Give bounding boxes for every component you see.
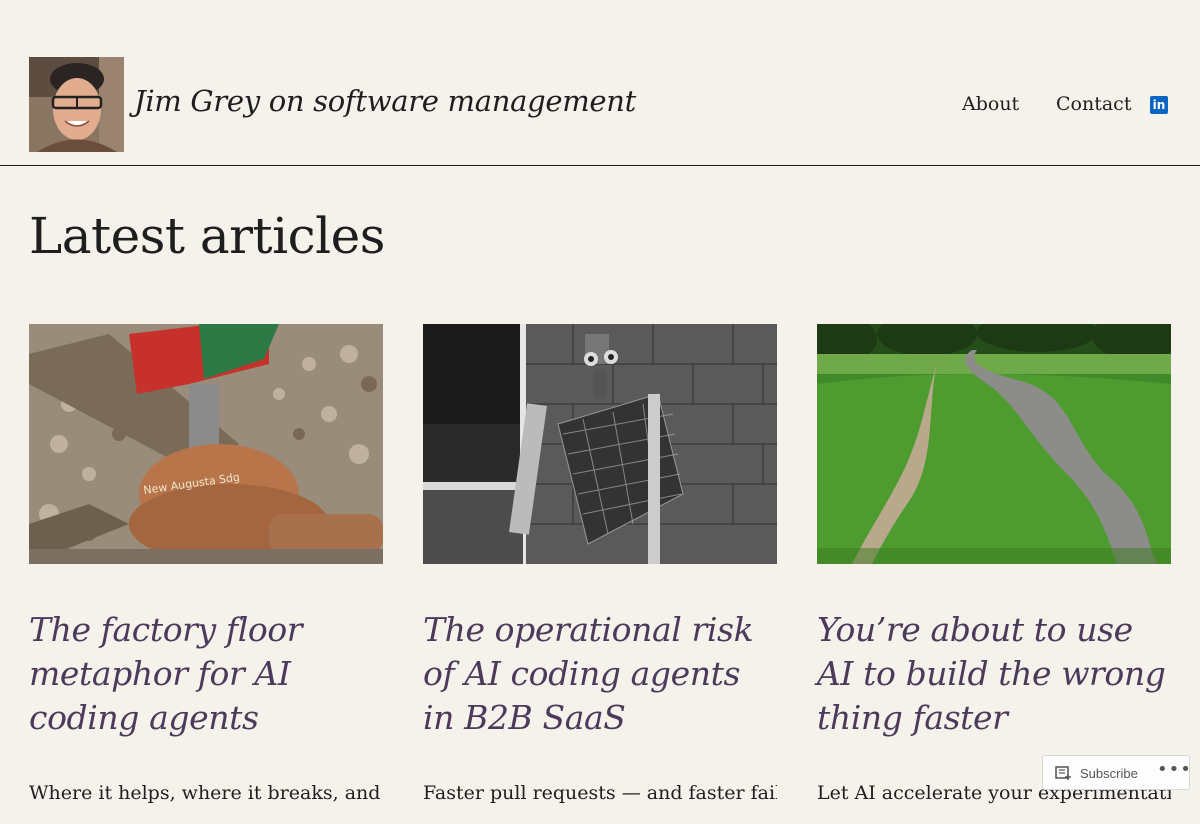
subscribe-label: Subscribe <box>1080 766 1138 781</box>
article-excerpt: Faster pull requests — and faster failur… <box>423 782 777 804</box>
article-title[interactable]: The operational risk of AI coding agents… <box>423 608 777 740</box>
subscribe-bar: Subscribe ••• <box>1042 755 1191 790</box>
article-image-robot-sculpture[interactable] <box>423 324 777 564</box>
nav-contact[interactable]: Contact <box>1056 93 1131 115</box>
article-card: New Augusta Sdg The factory floor metaph… <box>29 324 383 824</box>
nav-about[interactable]: About <box>962 93 1019 115</box>
site-header: Jim Grey on software management About Co… <box>0 0 1200 166</box>
site-title[interactable]: Jim Grey on software management <box>134 84 636 118</box>
avatar[interactable] <box>29 57 124 152</box>
article-title[interactable]: You’re about to use AI to build the wron… <box>817 608 1171 740</box>
article-card: The operational risk of AI coding agents… <box>423 324 777 824</box>
article-card: You’re about to use AI to build the wron… <box>817 324 1171 824</box>
linkedin-icon[interactable]: in <box>1150 96 1168 114</box>
page-title: Latest articles <box>29 207 385 265</box>
article-image-park-paths[interactable] <box>817 324 1171 564</box>
avatar-photo <box>29 57 124 152</box>
ellipsis-icon[interactable]: ••• <box>1157 761 1191 785</box>
reader-icon <box>1055 766 1071 780</box>
article-image-railroad-switch[interactable]: New Augusta Sdg <box>29 324 383 564</box>
article-excerpt: Where it helps, where it breaks, and <box>29 782 381 804</box>
article-title[interactable]: The factory floor metaphor for AI coding… <box>29 608 383 740</box>
